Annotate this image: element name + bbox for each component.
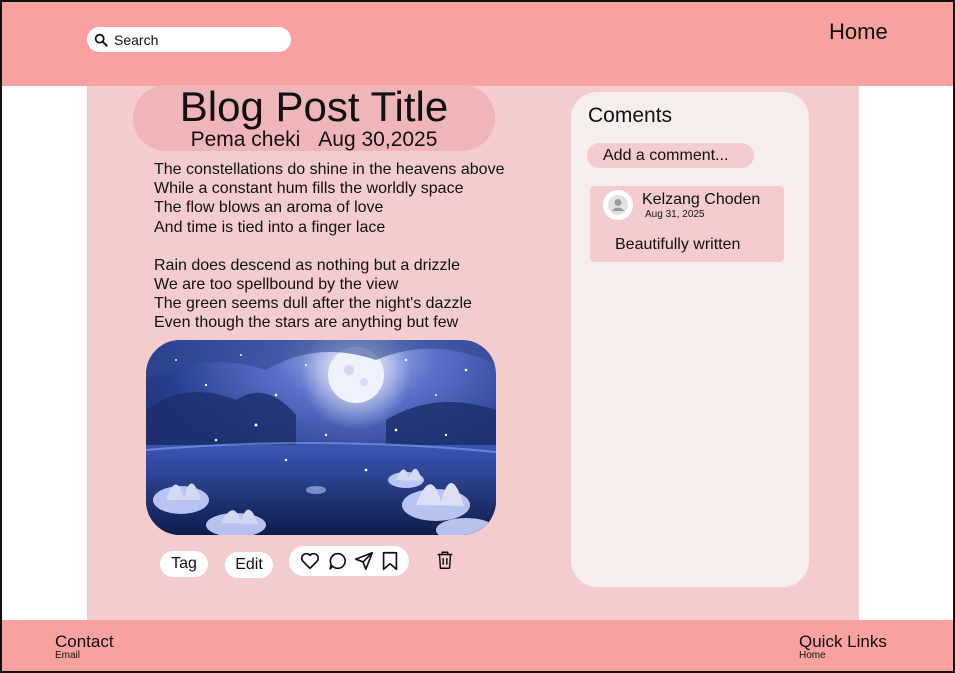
post-byline: Pema cheki Aug 30,2025 (133, 127, 495, 153)
poem-line: The flow blows an aroma of love (154, 199, 384, 217)
top-bar: Home (0, 0, 955, 86)
search-icon (94, 33, 108, 47)
trash-icon[interactable] (434, 549, 456, 571)
comment-icon[interactable] (327, 550, 349, 572)
poem-line: Rain does descend as nothing but a drizz… (154, 256, 460, 274)
comments-heading: Coments (588, 104, 673, 127)
footer-email-link[interactable]: Email (55, 650, 80, 661)
comment-text: Beautifully written (615, 236, 741, 253)
nav-home-link[interactable]: Home (829, 19, 888, 45)
bookmark-icon[interactable] (379, 550, 401, 572)
avatar (603, 190, 633, 220)
stanza: The constellations do shine in the heave… (154, 160, 504, 237)
poem-line: The green seems dull after the night's d… (154, 295, 472, 313)
footer-home-link[interactable]: Home (799, 650, 826, 661)
post-body: The constellations do shine in the heave… (154, 160, 504, 333)
search-input[interactable] (112, 30, 286, 49)
search-bar[interactable] (87, 27, 291, 52)
poem-line: While a constant hum fills the worldly s… (154, 180, 464, 198)
heart-icon[interactable] (299, 550, 321, 572)
post-title: Blog Post Title (179, 83, 449, 130)
footer-contact-title: Contact (55, 632, 114, 651)
tag-button[interactable]: Tag (160, 551, 208, 577)
night-landscape-image (146, 340, 496, 535)
edit-button[interactable]: Edit (225, 552, 273, 578)
post-image (146, 340, 496, 535)
comment-author: Kelzang Choden (642, 191, 761, 208)
send-icon[interactable] (353, 550, 375, 572)
post-date: Aug 30,2025 (318, 128, 438, 151)
post-author: Pema cheki (190, 128, 301, 151)
comment-date: Aug 31, 2025 (645, 209, 705, 220)
footer-quick-links-title: Quick Links (799, 632, 887, 651)
post-actions (289, 546, 409, 576)
stanza: Rain does descend as nothing but a drizz… (154, 256, 504, 333)
poem-line: Even though the stars are anything but f… (154, 314, 459, 332)
poem-line: And time is tied into a finger lace (154, 218, 386, 236)
add-comment-input[interactable]: Add a comment... (587, 143, 754, 168)
poem-line: The constellations do shine in the heave… (154, 161, 505, 178)
poem-line: We are too spellbound by the view (154, 276, 399, 294)
